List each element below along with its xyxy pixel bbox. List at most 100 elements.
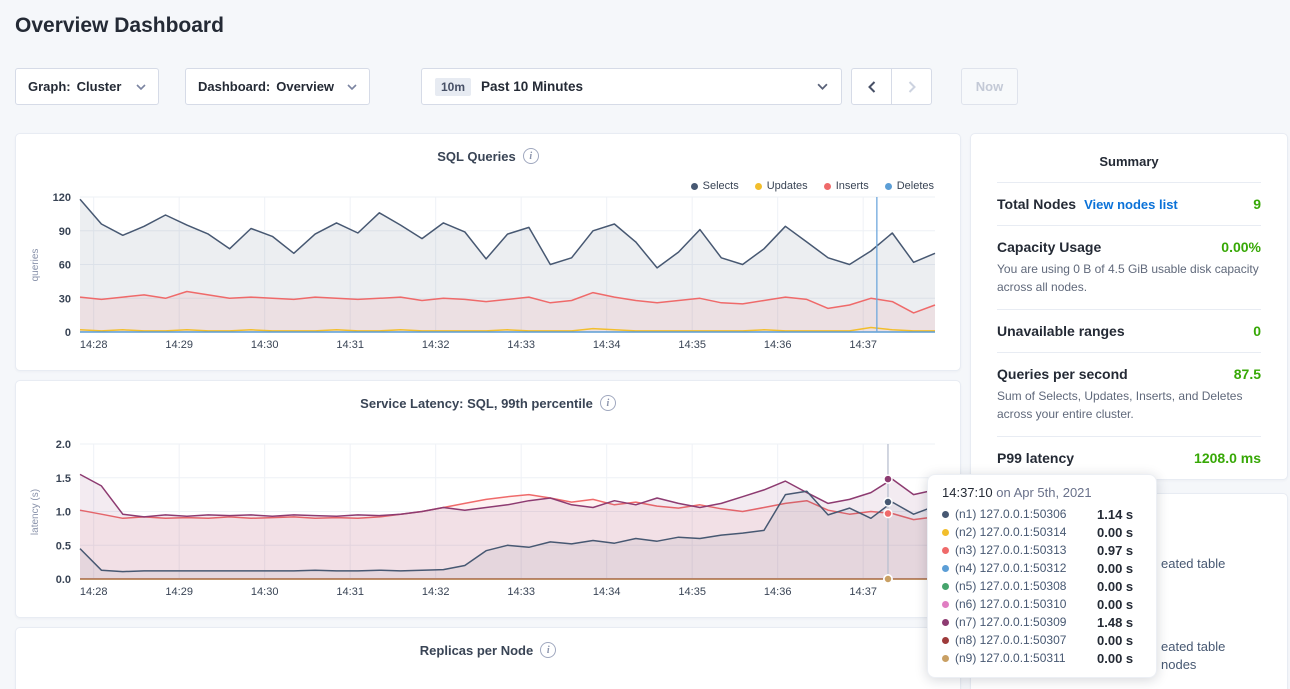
summary-row-total-nodes: Total Nodes View nodes list 9	[997, 182, 1261, 225]
tooltip-node-label: (n9) 127.0.0.1:50311	[955, 651, 1091, 665]
tooltip-node-label: (n2) 127.0.0.1:50314	[955, 525, 1091, 539]
series-color-dot	[942, 511, 949, 518]
summary-row-value: 9	[1253, 196, 1261, 212]
svg-text:30: 30	[59, 293, 71, 305]
svg-text:14:37: 14:37	[849, 339, 877, 351]
summary-row-unavailable-ranges: Unavailable ranges 0	[997, 309, 1261, 352]
tooltip-rows: (n1) 127.0.0.1:503061.14 s(n2) 127.0.0.1…	[942, 505, 1142, 667]
summary-row-queries-per-second: Queries per second 87.5 Sum of Selects, …	[997, 352, 1261, 436]
legend-color-dot	[755, 183, 762, 190]
svg-text:90: 90	[59, 226, 71, 238]
event-text-fragment: eated table	[1161, 556, 1225, 571]
tooltip-latency-value: 0.00 s	[1097, 633, 1133, 648]
legend-label: Updates	[767, 180, 808, 192]
tooltip-row: (n5) 127.0.0.1:503080.00 s	[942, 577, 1142, 595]
tooltip-row: (n8) 127.0.0.1:50307 0.00 s	[942, 631, 1142, 649]
tooltip-node-label: (n7) 127.0.0.1:50309	[955, 615, 1091, 629]
svg-text:14:28: 14:28	[80, 339, 108, 351]
dashboard-dropdown-value: Overview	[276, 79, 334, 94]
tooltip-date: on Apr 5th, 2021	[996, 485, 1091, 500]
info-icon[interactable]: i	[523, 148, 539, 164]
tooltip-row: (n1) 127.0.0.1:50306 1.14 s	[942, 505, 1142, 523]
legend-label: Inserts	[836, 180, 869, 192]
svg-text:14:29: 14:29	[165, 586, 193, 598]
tooltip-latency-value: 0.97 s	[1097, 543, 1133, 558]
svg-text:14:30: 14:30	[251, 586, 279, 598]
chevron-right-icon	[908, 81, 916, 93]
svg-text:14:35: 14:35	[678, 586, 706, 598]
view-nodes-list-link[interactable]: View nodes list	[1084, 197, 1178, 212]
svg-text:14:32: 14:32	[422, 586, 450, 598]
tooltip-latency-value: 0.00 s	[1097, 651, 1133, 666]
tooltip-row: (n3) 127.0.0.1:50313 0.97 s	[942, 541, 1142, 559]
summary-row-label: Capacity Usage	[997, 239, 1101, 255]
time-forward-button[interactable]	[891, 68, 932, 105]
graph-dropdown-label: Graph:	[28, 79, 71, 94]
chart-title-text: SQL Queries	[437, 149, 516, 164]
svg-text:1.5: 1.5	[56, 473, 71, 485]
time-back-button[interactable]	[851, 68, 892, 105]
svg-text:14:30: 14:30	[251, 339, 279, 351]
graph-dropdown[interactable]: Graph: Cluster	[15, 68, 159, 105]
summary-row-p99-latency: P99 latency 1208.0 ms	[997, 436, 1261, 479]
info-icon[interactable]: i	[540, 642, 556, 658]
now-button[interactable]: Now	[961, 68, 1018, 105]
info-icon[interactable]: i	[600, 395, 616, 411]
chevron-down-icon	[817, 83, 828, 90]
series-color-dot	[942, 655, 949, 662]
svg-text:14:32: 14:32	[422, 339, 450, 351]
svg-text:queries: queries	[30, 249, 41, 282]
tooltip-time: 14:37:10	[942, 485, 993, 500]
legend-item-deletes[interactable]: Deletes	[885, 180, 934, 192]
legend-color-dot	[691, 183, 698, 190]
tooltip-latency-value: 0.00 s	[1097, 561, 1133, 576]
dashboard-dropdown[interactable]: Dashboard: Overview	[185, 68, 370, 105]
summary-row-capacity-usage: Capacity Usage 0.00% You are using 0 B o…	[997, 225, 1261, 309]
chart-legend: Selects Updates Inserts Deletes	[691, 180, 934, 192]
chart-title: SQL Queries i	[16, 134, 960, 164]
summary-title: Summary	[971, 134, 1287, 182]
legend-label: Deletes	[897, 180, 934, 192]
chart-title: Service Latency: SQL, 99th percentile i	[16, 381, 960, 411]
tooltip-row: (n2) 127.0.0.1:503140.00 s	[942, 523, 1142, 541]
time-range-badge: 10m	[435, 78, 471, 96]
chart-title-text: Service Latency: SQL, 99th percentile	[360, 396, 593, 411]
svg-text:0.5: 0.5	[56, 540, 71, 552]
chevron-left-icon	[868, 81, 876, 93]
svg-text:14:29: 14:29	[165, 339, 193, 351]
tooltip-row: (n6) 127.0.0.1:503100.00 s	[942, 595, 1142, 613]
tooltip-latency-value: 1.14 s	[1097, 507, 1133, 522]
svg-text:14:31: 14:31	[336, 586, 364, 598]
svg-text:14:34: 14:34	[593, 586, 621, 598]
summary-row-value: 0	[1253, 323, 1261, 339]
svg-text:14:28: 14:28	[80, 586, 108, 598]
time-range-label: Past 10 Minutes	[481, 79, 583, 94]
time-range-selector[interactable]: 10m Past 10 Minutes	[421, 68, 842, 105]
tooltip-node-label: (n8) 127.0.0.1:50307	[955, 633, 1091, 647]
svg-text:14:36: 14:36	[764, 339, 792, 351]
legend-item-updates[interactable]: Updates	[755, 180, 808, 192]
summary-row-value: 1208.0 ms	[1194, 450, 1261, 466]
chart-hover-tooltip: 14:37:10 on Apr 5th, 2021 (n1) 127.0.0.1…	[927, 474, 1157, 678]
tooltip-node-label: (n1) 127.0.0.1:50306	[955, 507, 1091, 521]
svg-text:14:35: 14:35	[678, 339, 706, 351]
toolbar: Graph: Cluster Dashboard: Overview 10m P…	[15, 68, 1290, 105]
svg-text:0: 0	[65, 327, 71, 339]
svg-text:60: 60	[59, 260, 71, 272]
series-color-dot	[942, 619, 949, 626]
page-title: Overview Dashboard	[15, 14, 1290, 38]
legend-item-inserts[interactable]: Inserts	[824, 180, 869, 192]
legend-item-selects[interactable]: Selects	[691, 180, 739, 192]
tooltip-node-label: (n3) 127.0.0.1:50313	[955, 543, 1091, 557]
svg-text:0.0: 0.0	[56, 574, 71, 586]
dashboard-dropdown-label: Dashboard:	[198, 79, 270, 94]
summary-panel: Summary Total Nodes View nodes list 9 Ca…	[970, 133, 1288, 480]
svg-text:14:34: 14:34	[593, 339, 621, 351]
svg-text:14:33: 14:33	[507, 586, 535, 598]
charts-column: SQL Queries i Selects Updates Inserts Delet…	[15, 133, 961, 689]
tooltip-row: (n9) 127.0.0.1:50311 0.00 s	[942, 649, 1142, 667]
sql-queries-chart[interactable]: 030609012014:2814:2914:3014:3114:3214:33…	[16, 166, 960, 366]
service-latency-chart[interactable]: 0.00.51.01.52.014:2814:2914:3014:3114:32…	[16, 413, 960, 613]
tooltip-row: (n4) 127.0.0.1:503120.00 s	[942, 559, 1142, 577]
tooltip-latency-value: 0.00 s	[1097, 579, 1133, 594]
